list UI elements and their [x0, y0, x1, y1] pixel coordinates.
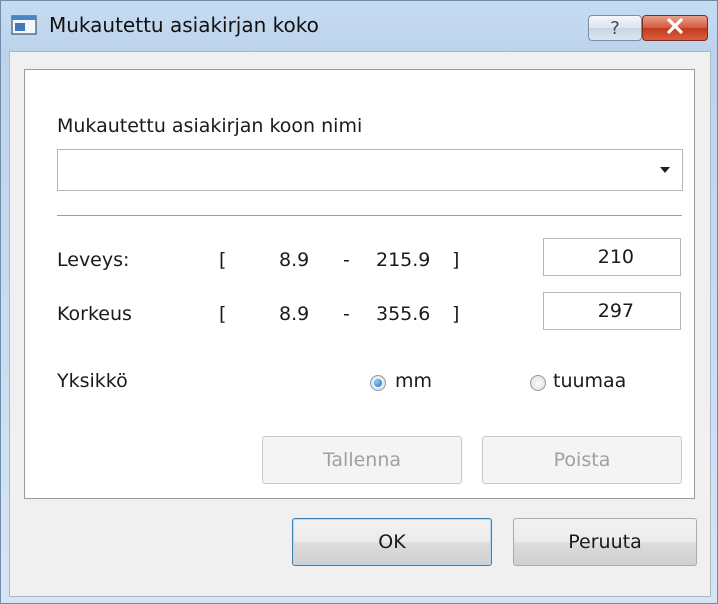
- height-label: Korkeus: [57, 303, 132, 325]
- radio-inches[interactable]: [530, 375, 546, 391]
- radio-inches-label[interactable]: tuumaa: [553, 370, 626, 392]
- height-input[interactable]: 297: [543, 292, 681, 330]
- width-dash: -: [343, 249, 350, 271]
- size-name-combobox[interactable]: [57, 149, 683, 191]
- height-dash: -: [343, 303, 350, 325]
- dropdown-arrow-icon[interactable]: [660, 167, 670, 173]
- delete-button[interactable]: Poista: [482, 436, 682, 484]
- close-icon: [666, 17, 684, 39]
- radio-mm[interactable]: [370, 375, 386, 391]
- dialog-window: Mukautettu asiakirjan koko ? Mukautettu …: [0, 0, 718, 604]
- window-title: Mukautettu asiakirjan koko: [49, 13, 319, 37]
- save-button[interactable]: Tallenna: [262, 436, 462, 484]
- height-bracket-close: ]: [452, 303, 460, 325]
- width-input[interactable]: 210: [543, 238, 681, 276]
- name-label: Mukautettu asiakirjan koon nimi: [57, 115, 363, 137]
- ok-button[interactable]: OK: [292, 518, 492, 566]
- help-button[interactable]: ?: [588, 15, 642, 41]
- width-bracket-open: [: [219, 249, 227, 271]
- window-icon: [11, 14, 37, 36]
- unit-label: Yksikkö: [57, 370, 128, 392]
- close-button[interactable]: [642, 15, 708, 41]
- width-label: Leveys:: [57, 249, 130, 271]
- radio-mm-label[interactable]: mm: [395, 370, 432, 392]
- height-max: 355.6: [376, 303, 431, 325]
- title-bar[interactable]: Mukautettu asiakirjan koko ?: [1, 1, 717, 51]
- cancel-button[interactable]: Peruuta: [513, 518, 697, 566]
- settings-panel: Mukautettu asiakirjan koon nimi Leveys: …: [24, 69, 695, 499]
- width-min: 8.9: [279, 249, 310, 271]
- separator: [57, 215, 682, 216]
- height-bracket-open: [: [219, 303, 227, 325]
- dialog-body: Mukautettu asiakirjan koon nimi Leveys: …: [9, 51, 711, 597]
- width-bracket-close: ]: [452, 249, 460, 271]
- height-min: 8.9: [279, 303, 310, 325]
- width-max: 215.9: [376, 249, 431, 271]
